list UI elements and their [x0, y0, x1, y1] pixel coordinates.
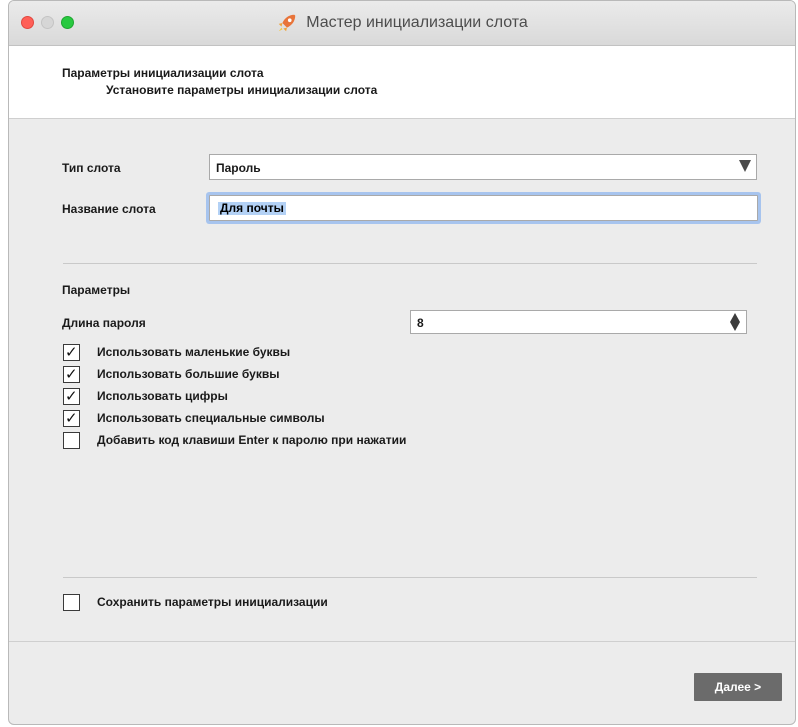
rocket-icon: [278, 14, 296, 32]
chevron-down-icon: [739, 160, 751, 172]
password-length-stepper[interactable]: 8: [410, 310, 747, 334]
divider: [63, 577, 757, 578]
check-icon: ✓: [65, 364, 78, 383]
checkbox-digits[interactable]: ✓: [63, 386, 80, 405]
header-subtitle: Установите параметры инициализации слота: [106, 83, 378, 97]
option-label: Добавить код клавиши Enter к паролю при …: [97, 433, 407, 447]
save-params-row[interactable]: Сохранить параметры инициализации: [63, 592, 328, 612]
slot-name-input[interactable]: Для почты: [209, 195, 758, 221]
option-lowercase[interactable]: ✓ Использовать маленькие буквы: [63, 342, 290, 362]
save-params-label: Сохранить параметры инициализации: [97, 595, 328, 609]
window-title: Мастер инициализации слота: [306, 14, 528, 31]
slot-name-label: Название слота: [62, 202, 156, 216]
wizard-window: Мастер инициализации слота Параметры ини…: [8, 0, 796, 725]
option-label: Использовать цифры: [97, 389, 228, 403]
checkbox-save-params[interactable]: [63, 593, 80, 611]
check-icon: ✓: [65, 386, 78, 405]
slot-type-select[interactable]: Пароль: [209, 154, 757, 180]
stepper-arrows-icon[interactable]: [730, 313, 740, 331]
checkbox-lowercase[interactable]: ✓: [63, 342, 80, 361]
option-label: Использовать маленькие буквы: [97, 345, 291, 359]
title-bar: Мастер инициализации слота: [9, 1, 795, 46]
slot-type-label: Тип слота: [62, 161, 121, 175]
check-icon: ✓: [65, 408, 78, 427]
checkbox-enter-key[interactable]: [63, 431, 80, 449]
option-enter-key[interactable]: Добавить код клавиши Enter к паролю при …: [63, 430, 406, 450]
checkbox-uppercase[interactable]: ✓: [63, 364, 80, 383]
option-digits[interactable]: ✓ Использовать цифры: [63, 386, 228, 406]
slot-type-value: Пароль: [216, 161, 261, 175]
divider: [63, 263, 757, 264]
header-title: Параметры инициализации слота: [62, 66, 264, 80]
slot-name-value: Для почты: [218, 201, 286, 215]
password-length-value: 8: [417, 316, 424, 330]
option-label: Использовать специальные символы: [97, 411, 325, 425]
next-button[interactable]: Далее >: [694, 673, 782, 701]
footer-divider: [9, 641, 795, 642]
password-length-label: Длина пароля: [62, 316, 146, 330]
window-title-wrap: Мастер инициализации слота: [9, 1, 795, 45]
option-uppercase[interactable]: ✓ Использовать большие буквы: [63, 364, 279, 384]
option-label: Использовать большие буквы: [97, 367, 280, 381]
params-section-label: Параметры: [62, 283, 131, 297]
checkbox-special-chars[interactable]: ✓: [63, 408, 80, 427]
wizard-header: Параметры инициализации слота Установите…: [9, 46, 795, 119]
option-special-chars[interactable]: ✓ Использовать специальные символы: [63, 408, 325, 428]
check-icon: ✓: [65, 342, 78, 361]
